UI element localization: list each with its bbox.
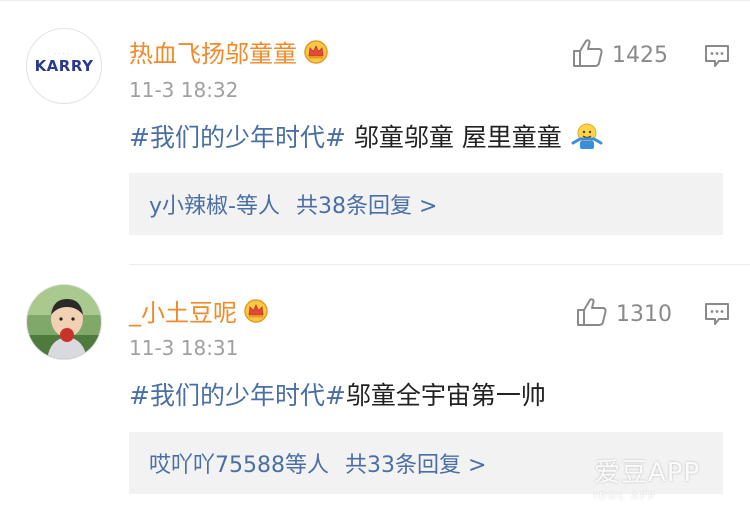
timestamp: 11-3 18:31 [129,336,239,360]
avatar-logo-sub: · · · · · [54,51,74,57]
username[interactable]: _小土豆呢 [129,293,269,329]
comment-bubble-icon[interactable] [703,42,731,74]
comment-divider [129,264,750,265]
comment-body: 邬童邬童 屋里童童 [345,123,562,152]
timestamp: 11-3 18:32 [129,78,239,102]
top-divider [0,0,750,1]
like-count: 1310 [616,301,672,327]
reply-names[interactable]: y小辣椒-等人 [149,188,280,220]
watermark-sub: IDOL APP [594,491,657,502]
like-count: 1425 [612,42,668,68]
username[interactable]: 热血飞扬邬童童 [129,34,329,70]
username-text: 热血飞扬邬童童 [129,40,297,68]
crown-badge-icon [243,299,269,329]
avatar-logo-text: KARRY [34,57,94,75]
reply-summary[interactable]: y小辣椒-等人 共38条回复 > [129,173,723,235]
reply-count[interactable]: 共33条回复 > [345,447,486,479]
avatar[interactable]: · · · · · KARRY [26,28,102,104]
avatar[interactable] [26,284,102,360]
reply-names[interactable]: 哎吖吖75588等人 [149,447,329,479]
username-text: _小土豆呢 [129,299,237,327]
thumbs-up-icon [576,297,608,331]
reply-count[interactable]: 共38条回复 > [296,188,437,220]
topic-link[interactable]: #我们的少年时代# [129,381,346,410]
comment-body: 邬童全宇宙第一帅 [345,381,546,410]
comment-text: #我们的少年时代#邬童全宇宙第一帅 [129,376,546,412]
like-button[interactable]: 1425 [572,38,668,72]
crown-badge-icon [303,40,329,70]
comment-bubble-icon[interactable] [703,300,731,332]
shrug-emoji-icon [570,121,604,157]
watermark-main: 爱豆APP [594,458,701,488]
app-watermark: 爱豆APP IDOL APP [594,452,744,502]
topic-link[interactable]: #我们的少年时代# [129,123,346,152]
comment-text: #我们的少年时代# 邬童邬童 屋里童童 [129,118,604,157]
like-button[interactable]: 1310 [576,297,672,331]
thumbs-up-icon [572,38,604,72]
